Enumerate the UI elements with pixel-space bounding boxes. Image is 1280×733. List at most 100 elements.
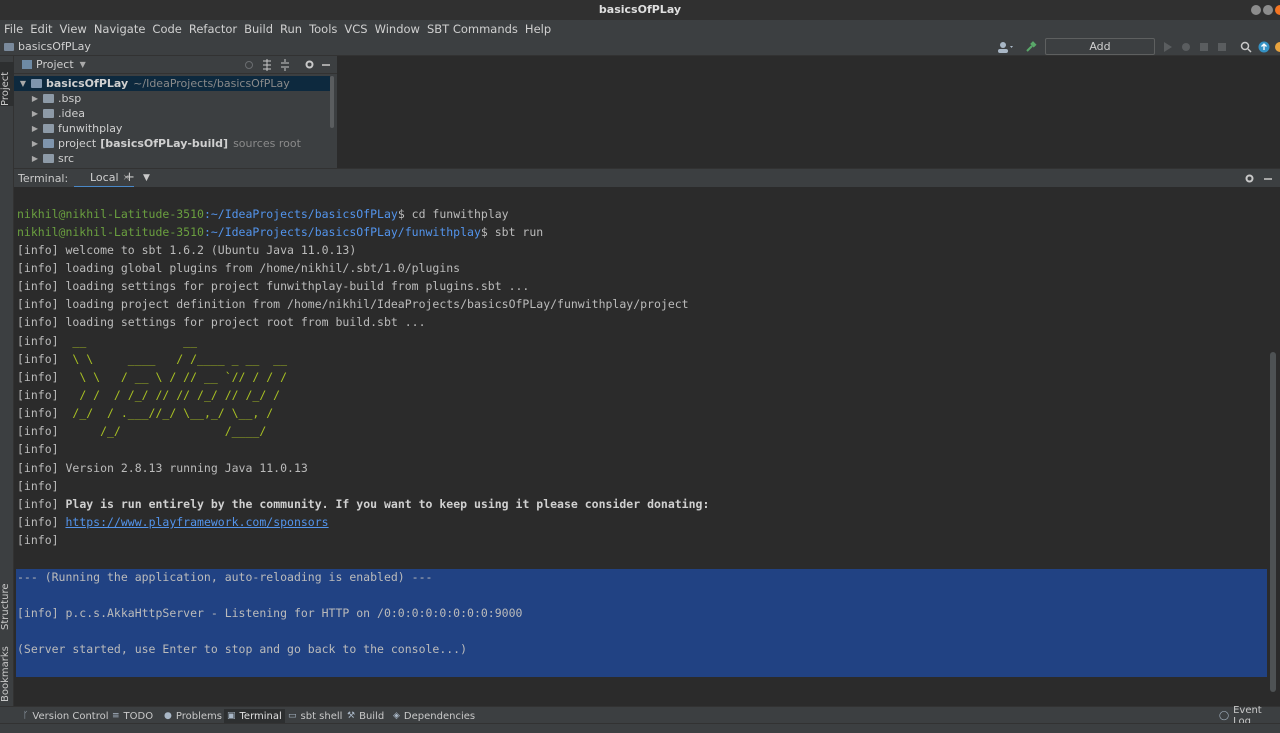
tab-local-label: Local: [90, 171, 119, 184]
menu-sbt-commands[interactable]: SBT Commands: [427, 22, 523, 36]
running-line: --- (Running the application, auto-reloa…: [17, 570, 433, 584]
settings-icon[interactable]: [1274, 41, 1280, 53]
tool-sbt-shell[interactable]: ▭ sbt shell: [285, 709, 345, 723]
gear-icon[interactable]: [1244, 173, 1255, 184]
project-view-icon: [22, 60, 32, 69]
tree-item-src[interactable]: ▶ src: [14, 151, 330, 166]
tool-version-control[interactable]: ᚴ Version Control: [20, 709, 112, 723]
build-hammer-icon[interactable]: [1025, 41, 1037, 53]
add-configuration-button[interactable]: Add Configuration...: [1045, 38, 1155, 68]
tree-item-funwithplay[interactable]: ▶ funwithplay: [14, 121, 330, 136]
sbt-icon: ▭: [288, 711, 297, 721]
project-panel-title[interactable]: Project: [36, 58, 74, 71]
prompt-line: nikhil@nikhil-Latitude-3510:~/IdeaProjec…: [17, 205, 509, 223]
prompt-path: :~/IdeaProjects/basicsOfPLay/funwithplay: [203, 225, 481, 239]
chevron-right-icon[interactable]: ▶: [30, 124, 40, 133]
coverage-icon[interactable]: [1199, 41, 1209, 53]
info-icon: ●: [164, 711, 172, 721]
window-title-bar: basicsOfPLay: [0, 0, 1280, 20]
menu-tools[interactable]: Tools: [309, 22, 342, 36]
breadcrumb-project: basicsOfPLay: [18, 40, 91, 53]
ascii-line: [info] __ __: [17, 334, 198, 348]
tree-item-label: .idea: [58, 107, 86, 120]
project-tool-tab[interactable]: Project: [0, 62, 14, 106]
output-line: [info] loading settings for project root…: [17, 315, 426, 329]
bookmarks-tool-tab[interactable]: Bookmarks: [0, 642, 14, 702]
folder-icon: [43, 94, 54, 103]
tree-item-label: basicsOfPLay: [46, 77, 129, 90]
tool-terminal[interactable]: ▣ Terminal: [224, 709, 285, 723]
chevron-right-icon[interactable]: ▶: [30, 109, 40, 118]
structure-tool-tab[interactable]: Structure: [0, 574, 14, 630]
tool-dependencies[interactable]: ◈ Dependencies: [390, 709, 478, 723]
tool-build[interactable]: ⚒ Build: [344, 709, 387, 723]
run-icon[interactable]: [1163, 41, 1173, 53]
tree-item-project[interactable]: ▶ project [basicsOfPLay-build] sources r…: [14, 136, 330, 151]
gear-icon[interactable]: [304, 59, 315, 70]
menu-file[interactable]: File: [4, 22, 28, 36]
ascii-line: [info] / / / /_/ // // /_/ // /_/ /: [17, 388, 281, 402]
menu-refactor[interactable]: Refactor: [189, 22, 242, 36]
chevron-down-icon[interactable]: ▼: [80, 60, 86, 69]
tree-item-root[interactable]: ▼ basicsOfPLay ~/IdeaProjects/basicsOfPL…: [14, 76, 330, 91]
ascii-line: [info] /_/ /____/: [17, 424, 267, 438]
chevron-right-icon[interactable]: ▶: [30, 154, 40, 163]
chevron-right-icon[interactable]: ▶: [30, 94, 40, 103]
hammer-icon: ⚒: [347, 711, 356, 721]
branch-icon: ᚴ: [23, 711, 29, 721]
chevron-down-icon[interactable]: ▼: [18, 79, 28, 88]
collapse-all-icon[interactable]: [280, 59, 290, 71]
output-line: [info] loading settings for project funw…: [17, 279, 530, 293]
output-line: [info] welcome to sbt 1.6.2 (Ubuntu Java…: [17, 243, 357, 257]
tool-event-log[interactable]: ◯ Event Log: [1216, 705, 1280, 727]
tree-item-idea[interactable]: ▶ .idea: [14, 106, 330, 121]
user-icon[interactable]: [997, 41, 1015, 53]
menu-view[interactable]: View: [60, 22, 92, 36]
folder-icon: [43, 124, 54, 133]
hide-panel-icon[interactable]: [1263, 173, 1273, 184]
menu-help[interactable]: Help: [525, 22, 556, 36]
tree-item-label: project: [58, 137, 97, 150]
listening-line: [info] p.c.s.AkkaHttpServer - Listening …: [17, 606, 523, 620]
dependencies-icon: ◈: [393, 711, 400, 721]
output-line: [info] loading project definition from /…: [17, 297, 689, 311]
menu-navigate[interactable]: Navigate: [94, 22, 151, 36]
folder-icon: [43, 154, 54, 163]
menu-code[interactable]: Code: [152, 22, 186, 36]
tree-item-module: [basicsOfPLay-build]: [100, 137, 229, 150]
menu-vcs[interactable]: VCS: [344, 22, 372, 36]
tool-todo[interactable]: ≡ TODO: [109, 709, 156, 723]
breadcrumb[interactable]: basicsOfPLay: [4, 40, 91, 53]
debug-icon[interactable]: [1181, 41, 1191, 53]
tree-item-bsp[interactable]: ▶ .bsp: [14, 91, 330, 106]
module-folder-icon: [31, 79, 42, 88]
locate-icon[interactable]: [244, 60, 254, 70]
list-icon: ≡: [112, 711, 120, 721]
project-scrollbar[interactable]: [330, 76, 334, 128]
menu-run[interactable]: Run: [280, 22, 307, 36]
maximize-button[interactable]: [1263, 5, 1273, 15]
terminal-header: Terminal: Local × + ▼: [14, 168, 1280, 188]
editor-area[interactable]: [337, 56, 1280, 168]
sponsor-line: [info] https://www.playframework.com/spo…: [17, 515, 329, 529]
folder-icon: [43, 109, 54, 118]
search-icon[interactable]: [1240, 41, 1252, 53]
close-button[interactable]: [1275, 5, 1280, 15]
terminal-output[interactable]: nikhil@nikhil-Latitude-3510 :~/IdeaProjec…: [14, 187, 1280, 706]
update-icon[interactable]: [1258, 41, 1270, 53]
menu-edit[interactable]: Edit: [30, 22, 57, 36]
menu-build[interactable]: Build: [244, 22, 278, 36]
hide-panel-icon[interactable]: [321, 59, 331, 70]
terminal-scrollbar[interactable]: [1270, 352, 1276, 692]
stop-icon[interactable]: [1217, 41, 1227, 53]
tool-problems[interactable]: ● Problems: [161, 709, 225, 723]
ascii-line: [info] \ \ ____ / /____ _ __ __: [17, 352, 288, 366]
new-tab-icon[interactable]: +: [124, 170, 135, 185]
chevron-down-icon[interactable]: ▼: [143, 173, 150, 183]
chevron-right-icon[interactable]: ▶: [30, 139, 40, 148]
sponsor-link[interactable]: https://www.playframework.com/sponsors: [65, 515, 328, 529]
prompt-user: nikhil@nikhil-Latitude-3510: [17, 207, 204, 221]
minimize-button[interactable]: [1251, 5, 1261, 15]
menu-window[interactable]: Window: [375, 22, 425, 36]
expand-all-icon[interactable]: [262, 59, 272, 71]
